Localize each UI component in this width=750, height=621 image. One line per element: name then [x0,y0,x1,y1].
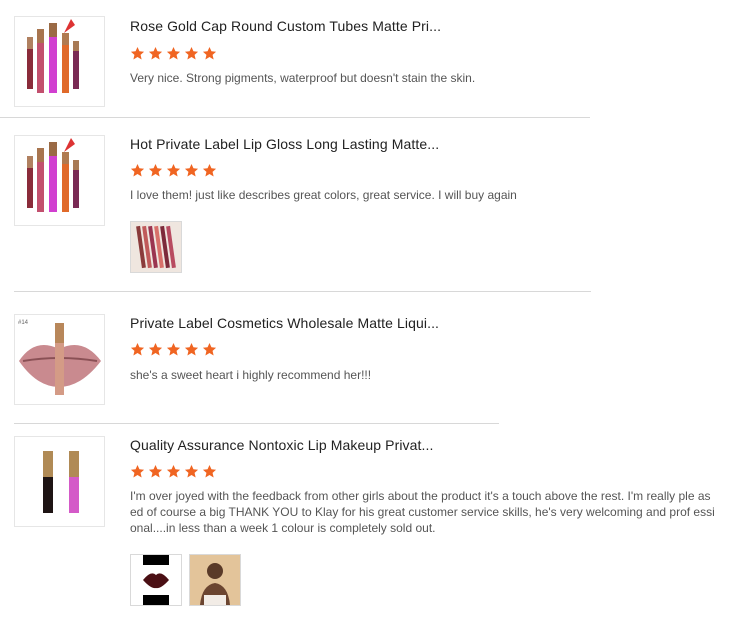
lip-gloss-tubes-image [27,19,79,93]
star-icon [130,464,145,478]
star-icon [166,163,181,177]
star-icon [202,46,217,60]
star-icon [184,464,199,478]
divider [14,291,591,292]
product-thumbnail[interactable]: #14 [14,314,105,405]
review-text: Very nice. Strong pigments, waterproof b… [130,71,476,85]
lip-gloss-duo-image [43,451,79,513]
review-photo[interactable] [130,554,182,606]
star-icon [184,342,199,356]
star-icon [130,163,145,177]
star-icon [130,46,145,60]
star-icon [166,342,181,356]
product-thumbnail[interactable] [14,436,105,527]
star-icon [184,46,199,60]
star-icon [184,163,199,177]
star-rating [130,163,217,179]
review-text: I love them! just like describes great c… [130,188,517,202]
product-title[interactable]: Hot Private Label Lip Gloss Long Lasting… [130,136,439,152]
star-icon [148,342,163,356]
star-icon [202,464,217,478]
star-rating [130,342,217,358]
product-title[interactable]: Private Label Cosmetics Wholesale Matte … [130,315,439,331]
review-text: I'm over joyed with the feedback from ot… [130,489,715,535]
product-title[interactable]: Quality Assurance Nontoxic Lip Makeup Pr… [130,437,434,453]
product-thumbnail[interactable] [14,16,105,107]
star-icon [166,464,181,478]
star-icon [148,163,163,177]
thumb-tag: #14 [18,320,29,326]
divider [14,423,499,424]
product-title[interactable]: Rose Gold Cap Round Custom Tubes Matte P… [130,18,441,34]
product-thumbnail[interactable] [14,135,105,226]
divider [0,117,590,118]
star-icon [148,46,163,60]
lips-image [19,323,101,395]
review-text: she's a sweet heart i highly recommend h… [130,368,372,382]
lip-gloss-tubes-image [27,138,79,212]
star-icon [148,464,163,478]
star-rating [130,464,217,480]
star-icon [202,342,217,356]
star-icon [166,46,181,60]
review-photo[interactable] [130,221,182,273]
star-icon [202,163,217,177]
review-photo[interactable] [189,554,241,606]
star-rating [130,46,217,62]
star-icon [130,342,145,356]
